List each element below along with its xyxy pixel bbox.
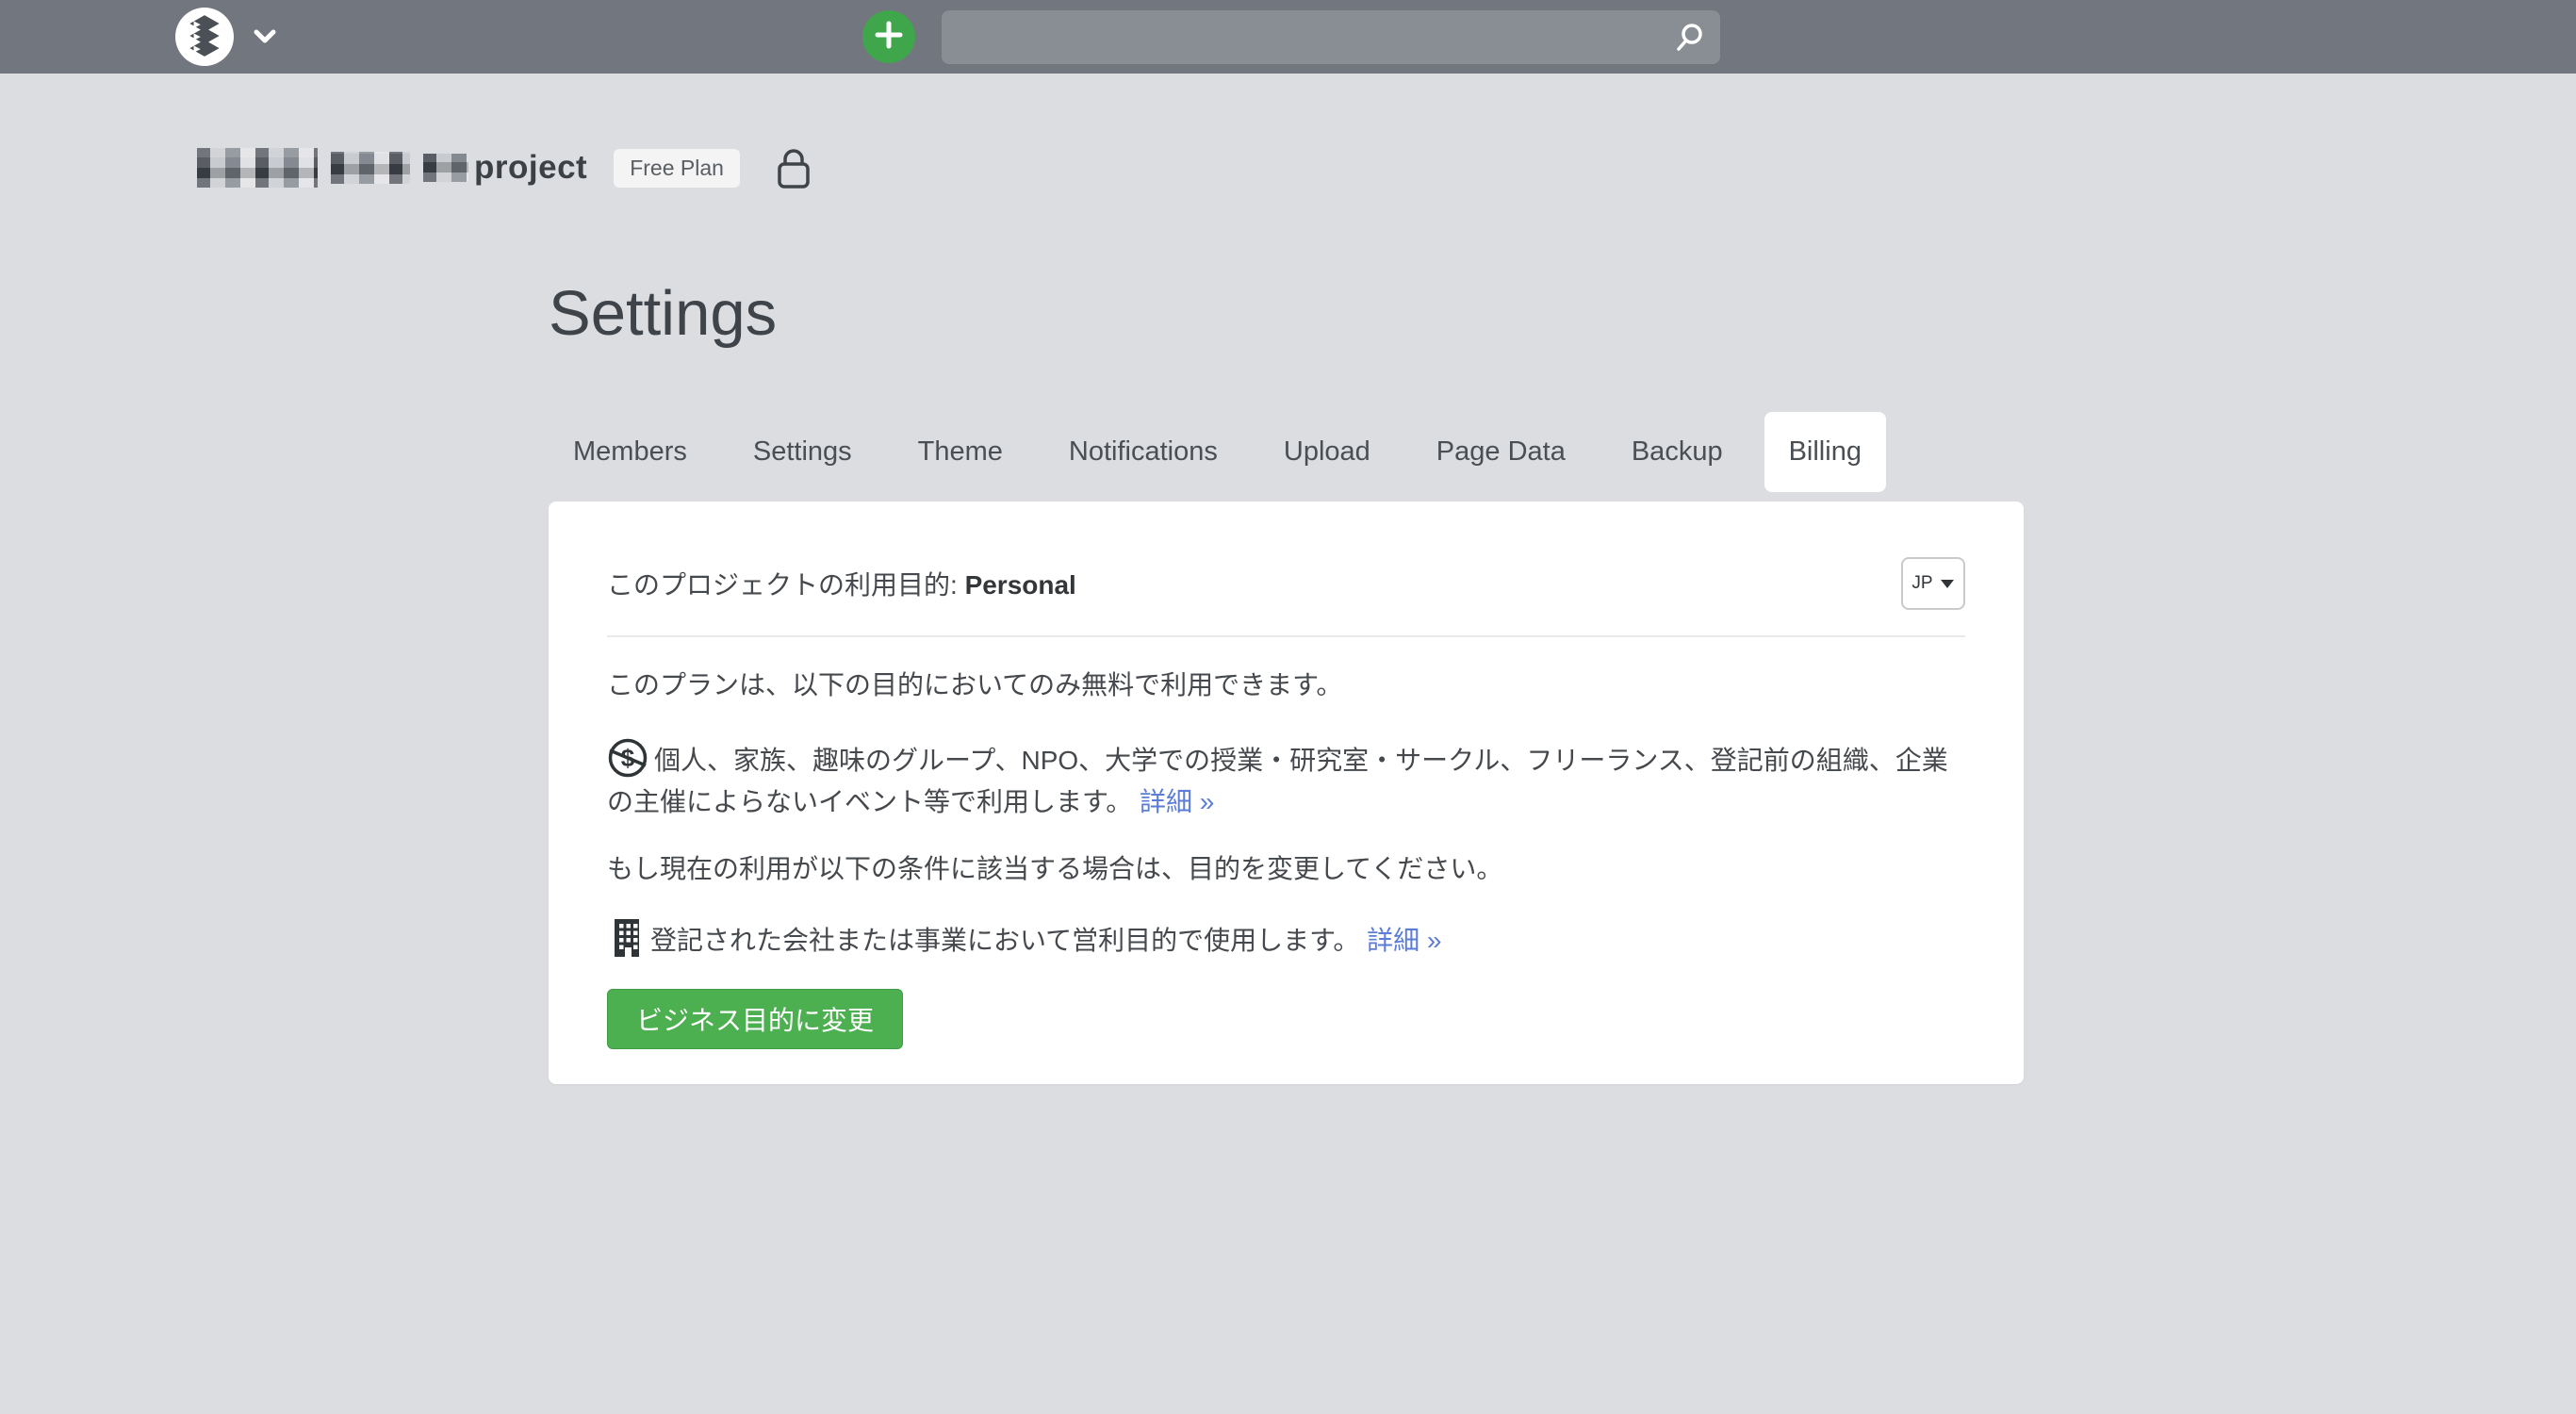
dollar-slash-icon: $ <box>607 737 648 779</box>
business-detail-link[interactable]: 詳細 » <box>1367 926 1441 955</box>
caret-down-icon <box>1940 579 1955 589</box>
project-purpose: このプロジェクトの利用目的: Personal <box>607 565 1076 602</box>
search-bar <box>942 10 1720 64</box>
project-logo[interactable] <box>175 8 234 66</box>
tab-page-data[interactable]: Page Data <box>1412 412 1590 492</box>
new-page-button[interactable] <box>862 10 915 63</box>
personal-use-item: $ 個人、家族、趣味のグループ、NPO、大学での授業・研究室・サークル、フリーラ… <box>607 737 1965 823</box>
project-menu-chevron-down-icon[interactable] <box>253 28 277 50</box>
language-code: JP <box>1911 573 1932 594</box>
tab-members[interactable]: Members <box>549 412 712 492</box>
plan-intro-text: このプランは、以下の目的においてのみ無料で利用できます。 <box>607 667 1965 703</box>
page-title: Settings <box>549 277 777 350</box>
search-input[interactable] <box>942 10 1720 64</box>
tab-backup[interactable]: Backup <box>1607 412 1747 492</box>
change-condition-text: もし現在の利用が以下の条件に該当する場合は、目的を変更してください。 <box>607 851 1965 887</box>
personal-detail-link[interactable]: 詳細 » <box>1140 787 1214 816</box>
business-use-text: 登記された会社または事業において営利目的で使用します。 <box>650 926 1359 955</box>
plan-badge: Free Plan <box>614 149 740 188</box>
project-logo-icon <box>181 11 228 63</box>
tab-billing[interactable]: Billing <box>1764 412 1886 492</box>
redacted-project-name <box>197 148 474 188</box>
purpose-label: このプロジェクトの利用目的: <box>607 570 965 600</box>
building-icon <box>607 917 645 959</box>
tab-upload[interactable]: Upload <box>1259 412 1395 492</box>
divider <box>607 635 1965 637</box>
language-selector[interactable]: JP <box>1901 557 1965 610</box>
top-navbar <box>0 0 2576 74</box>
project-header: project Free Plan <box>197 143 813 192</box>
project-name[interactable]: project <box>474 149 587 187</box>
tab-settings[interactable]: Settings <box>729 412 877 492</box>
purpose-value: Personal <box>965 570 1076 600</box>
change-to-business-button[interactable]: ビジネス目的に変更 <box>607 989 903 1049</box>
personal-use-text: 個人、家族、趣味のグループ、NPO、大学での授業・研究室・サークル、フリーランス… <box>607 746 1948 816</box>
search-icon[interactable] <box>1673 22 1705 58</box>
lock-icon <box>774 145 813 190</box>
settings-tabs: Members Settings Theme Notifications Upl… <box>549 412 1886 492</box>
plus-icon <box>872 18 906 57</box>
tab-notifications[interactable]: Notifications <box>1044 412 1242 492</box>
business-use-item: 登記された会社または事業において営利目的で使用します。 詳細 » <box>607 917 1965 959</box>
billing-panel: このプロジェクトの利用目的: Personal JP このプランは、以下の目的に… <box>549 501 2024 1084</box>
tab-theme[interactable]: Theme <box>894 412 1027 492</box>
